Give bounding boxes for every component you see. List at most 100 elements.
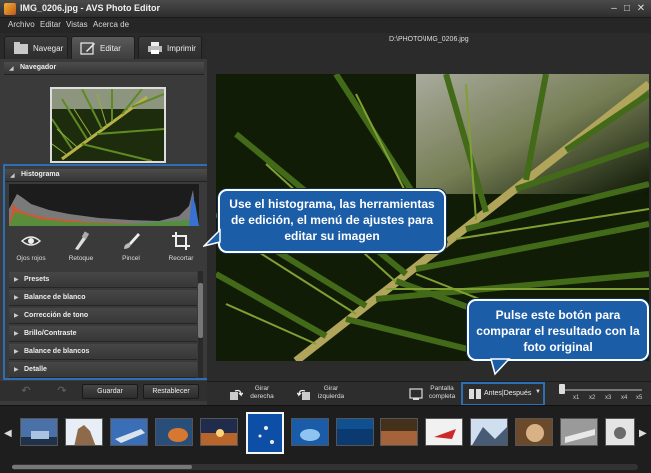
histogram-highlight: ◢ Histograma Ojos rojos Retoque Pincel R… — [3, 164, 209, 380]
thumbnail[interactable] — [470, 418, 508, 446]
adjust-brightness-label: Brillo/Contraste — [24, 330, 77, 337]
histogram-header[interactable]: ◢ Histograma — [5, 169, 207, 182]
adjust-white-balances[interactable]: ▶ Balance de blancos — [9, 344, 197, 360]
tab-imprimir[interactable]: Imprimir — [138, 36, 202, 59]
before-after-button[interactable]: Antes|Después ▼ — [461, 382, 545, 406]
tab-navegar[interactable]: Navegar — [4, 36, 68, 59]
zoom-x5[interactable]: x5 — [636, 395, 642, 401]
menu-bar: Archivo Editar Vistas Acerca de — [0, 18, 651, 33]
filmstrip-prev-icon[interactable]: ◀ — [4, 428, 12, 439]
thumbnail[interactable] — [20, 418, 58, 446]
tab-editar-label: Editar — [100, 44, 121, 53]
retouch-tool[interactable]: Retoque — [59, 229, 103, 269]
collapse-icon: ◢ — [10, 173, 15, 179]
expand-icon: ▶ — [14, 277, 19, 283]
menu-acerca-de[interactable]: Acerca de — [93, 20, 129, 29]
filmstrip-next-icon[interactable]: ▶ — [639, 428, 647, 439]
zoom-slider-handle[interactable] — [559, 384, 565, 394]
tab-imprimir-label: Imprimir — [167, 44, 196, 53]
thumbnail-selected[interactable] — [246, 412, 284, 454]
thumbnail[interactable] — [155, 418, 193, 446]
save-button[interactable]: Guardar — [82, 384, 138, 399]
crop-tool[interactable]: Recortar — [159, 229, 203, 269]
thumbnail[interactable] — [110, 418, 148, 446]
rotate-left-button[interactable]: Girar izquierda — [297, 385, 353, 405]
expand-icon: ▶ — [14, 295, 19, 301]
thumbnail[interactable] — [65, 418, 103, 446]
adjustments-scrollbar[interactable] — [198, 271, 203, 378]
zoom-x4[interactable]: x4 — [621, 395, 627, 401]
adjust-white-balance[interactable]: ▶ Balance de blanco — [9, 290, 197, 306]
app-icon — [4, 3, 16, 15]
folder-icon — [14, 42, 28, 54]
fullscreen-icon — [409, 388, 423, 400]
compare-callout: Pulse este botón para comparar el result… — [467, 299, 649, 361]
collapse-icon: ◢ — [9, 66, 14, 72]
red-eye-label: Ojos rojos — [16, 255, 46, 262]
left-actions: ↶ ↷ Guardar Restablecer — [0, 381, 207, 401]
zoom-slider-track[interactable] — [562, 389, 642, 391]
adjust-detail[interactable]: ▶ Detalle — [9, 362, 197, 378]
tab-editar[interactable]: Editar — [71, 36, 135, 59]
zoom-x3[interactable]: x3 — [605, 395, 611, 401]
redo-icon[interactable]: ↷ — [52, 385, 72, 397]
minimize-icon[interactable]: – — [607, 2, 621, 15]
histogram-chart — [9, 184, 199, 226]
thumbnail[interactable] — [200, 418, 238, 446]
editing-tools: Ojos rojos Retoque Pincel Recortar — [9, 229, 205, 269]
callout-pointer-down — [490, 358, 511, 376]
navigator-thumbnail[interactable] — [50, 87, 166, 163]
adjust-brightness-contrast[interactable]: ▶ Brillo/Contraste — [9, 326, 197, 342]
close-icon[interactable]: ✕ — [634, 2, 648, 15]
dropdown-arrow-icon[interactable]: ▼ — [535, 389, 541, 395]
scrollbar-thumb[interactable] — [198, 283, 203, 338]
thumbnail[interactable] — [605, 418, 635, 446]
adjust-tone-label: Corrección de tono — [24, 312, 89, 319]
adjust-tone-correction[interactable]: ▶ Corrección de tono — [9, 308, 197, 324]
expand-icon: ▶ — [14, 367, 19, 373]
expand-icon: ▶ — [14, 313, 19, 319]
expand-icon: ▶ — [14, 349, 19, 355]
rotate-right-button[interactable]: Girar derecha — [229, 385, 281, 405]
view-toolbar: Girar derecha Girar izquierda Pantalla c… — [207, 381, 651, 406]
brush-tool[interactable]: Pincel — [109, 229, 153, 269]
zoom-x2[interactable]: x2 — [589, 395, 595, 401]
rotate-left-label: Girar izquierda — [317, 385, 345, 400]
eye-icon — [21, 236, 41, 246]
undo-icon[interactable]: ↶ — [16, 385, 36, 397]
thumbnail[interactable] — [560, 418, 598, 446]
thumbnail[interactable] — [291, 418, 329, 446]
printer-icon — [148, 42, 162, 54]
tab-navegar-label: Navegar — [33, 44, 64, 53]
rotate-left-icon — [297, 389, 310, 400]
split-view-icon — [469, 389, 481, 399]
fullscreen-button[interactable]: Pantalla completa — [409, 385, 459, 405]
thumbnail[interactable] — [425, 418, 463, 446]
window-title: IMG_0206.jpg - AVS Photo Editor — [20, 3, 161, 13]
thumbnail[interactable] — [380, 418, 418, 446]
adjust-detail-label: Detalle — [24, 366, 47, 373]
menu-archivo[interactable]: Archivo — [8, 20, 35, 29]
file-path: D:\PHOTO\IMG_0206.jpg — [389, 36, 469, 43]
title-bar: IMG_0206.jpg - AVS Photo Editor – □ ✕ — [0, 0, 651, 18]
maximize-icon[interactable]: □ — [620, 2, 634, 15]
edit-icon — [80, 42, 95, 55]
crop-label: Recortar — [168, 255, 194, 262]
red-eye-tool[interactable]: Ojos rojos — [9, 229, 53, 269]
filmstrip-scrollbar[interactable] — [12, 464, 638, 470]
reset-button[interactable]: Restablecer — [143, 384, 199, 399]
navigator-header[interactable]: ◢ Navegador — [4, 62, 204, 75]
thumbnail[interactable] — [515, 418, 553, 446]
filmstrip-scroll-thumb[interactable] — [12, 465, 192, 469]
expand-icon: ▶ — [14, 331, 19, 337]
fullscreen-label: Pantalla completa — [428, 385, 456, 400]
mode-tabs: Navegar Editar Imprimir — [0, 33, 207, 59]
menu-editar[interactable]: Editar — [40, 20, 61, 29]
zoom-x1[interactable]: x1 — [573, 395, 579, 401]
adjust-presets-label: Presets — [24, 276, 50, 283]
menu-vistas[interactable]: Vistas — [66, 20, 88, 29]
thumbnail[interactable] — [336, 418, 374, 446]
brush-icon — [124, 233, 140, 249]
adjust-presets[interactable]: ▶ Presets — [9, 272, 197, 288]
crop-icon — [172, 232, 190, 250]
